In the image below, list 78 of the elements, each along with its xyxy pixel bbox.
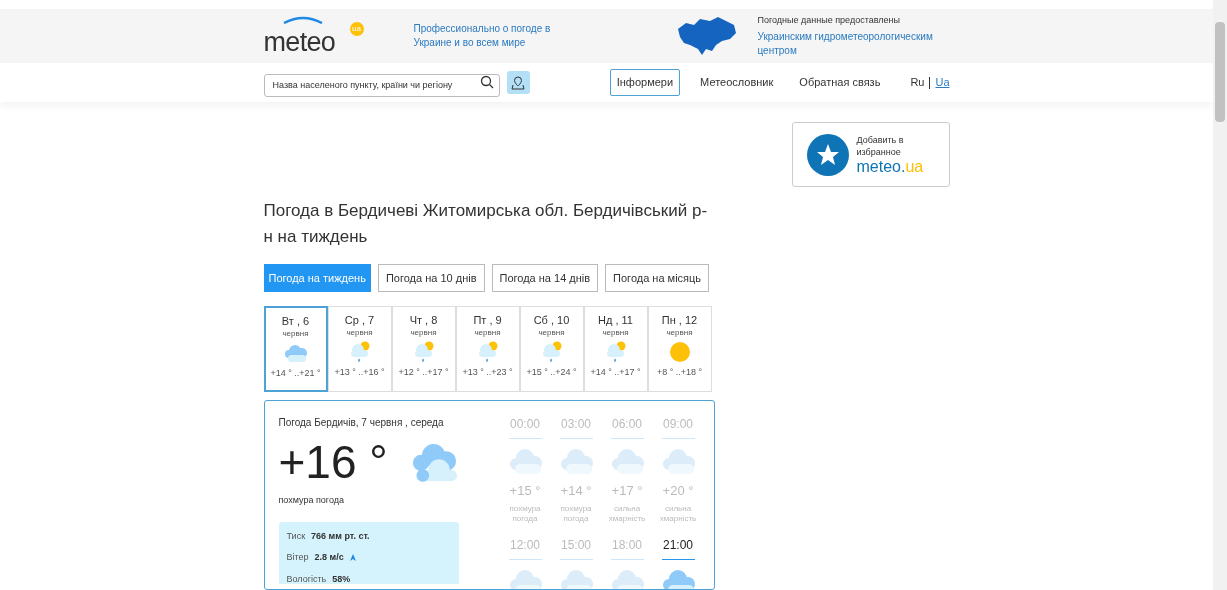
temperature-range: +14 ° ..+17 ° — [590, 366, 641, 378]
forecast-heading: Погода Бердичів, 7 червня , середа — [278, 416, 445, 430]
month-label: червня — [282, 328, 309, 340]
day-card[interactable]: Нд , 11 червня +14 ° ..+17 ° — [583, 306, 648, 392]
location-button[interactable] — [506, 71, 530, 95]
hour-temperature: +15 ° — [509, 482, 541, 500]
favorite-banner[interactable]: Добавить в избранное meteo.ua — [791, 122, 950, 187]
cloud-icon — [283, 343, 308, 363]
site-logo[interactable]: meteo ua — [263, 16, 364, 57]
month-label: червня — [410, 327, 437, 339]
temperature-range: +13 ° ..+16 ° — [334, 366, 385, 378]
tagline: Профессионально о погоде в Украине и во всем мире — [413, 22, 552, 51]
cloud-icon — [610, 567, 644, 589]
cloud-icon — [661, 447, 695, 475]
search-icon — [479, 75, 494, 90]
cloud-icon — [559, 567, 593, 589]
month-label: червня — [602, 327, 629, 339]
day-label: Ср , 7 — [344, 313, 375, 327]
detail-label: Тиск — [286, 529, 306, 543]
cloud-icon — [508, 567, 542, 589]
hour-label[interactable]: 21:00 — [661, 535, 695, 560]
temperature-range: +13 ° ..+23 ° — [462, 366, 513, 378]
day-card[interactable]: Пт , 9 червня +13 ° ..+23 ° — [455, 306, 520, 392]
nav-link[interactable]: Метеословник — [694, 70, 780, 95]
cloud-icon — [508, 447, 542, 475]
cloud-icon — [610, 447, 644, 475]
month-label: червня — [538, 327, 565, 339]
temperature-range: +14 ° ..+21 ° — [270, 367, 321, 379]
current-temperature: +16 ° — [278, 436, 388, 488]
day-card[interactable]: Ср , 7 червня +13 ° ..+16 ° — [327, 306, 392, 392]
hour-temperature: +17 ° — [611, 482, 643, 500]
day-label: Пт , 9 — [473, 313, 502, 327]
day-label: Нд , 11 — [598, 313, 633, 327]
temperature-range: +8 ° ..+18 ° — [656, 366, 703, 378]
tab[interactable]: Погода на 14 днів — [491, 264, 599, 292]
hour-condition: сильна хмарність — [607, 503, 647, 524]
page-title: Погода в Бердичеві Житомирська обл. Бердичівський р-н на тиждень — [263, 200, 709, 248]
hour-condition: сильна хмарність — [658, 503, 698, 524]
favorite-text: Добавить в избранное — [856, 133, 905, 158]
sun-icon — [668, 341, 691, 363]
month-label: червня — [346, 327, 373, 339]
wind-direction-icon — [349, 554, 356, 562]
day-card[interactable]: Пн , 12 червня +8 ° ..+18 ° — [647, 306, 712, 392]
detail-label: Вітер — [286, 551, 309, 564]
search-field[interactable]: Назва населеного пункту, країни чи регіону — [263, 73, 500, 97]
temperature-range: +12 ° ..+17 ° — [398, 366, 449, 378]
map-pin-icon — [511, 75, 525, 90]
hour-condition: похмура погода — [559, 503, 593, 524]
language-link[interactable]: Ua — [935, 74, 950, 91]
language-link[interactable]: Ru — [910, 74, 925, 91]
cloud-icon — [661, 567, 695, 589]
hour-condition: похмура погода — [508, 503, 542, 524]
day-card[interactable]: Вт , 6 червня +14 ° ..+21 ° — [263, 306, 328, 392]
temperature-range: +15 ° ..+24 ° — [526, 366, 577, 378]
nav-link[interactable]: Обратная связь — [793, 70, 887, 95]
tab[interactable]: Погода на 10 днів — [377, 264, 485, 292]
hour-temperature: +14 ° — [560, 482, 592, 500]
cloud-icon — [559, 447, 593, 475]
detail-value: 2.8 м/с — [314, 551, 344, 564]
detail-value: 766 мм рт. ст. — [311, 529, 370, 543]
day-label: Сб , 10 — [533, 313, 570, 327]
scrollbar[interactable] — [1213, 0, 1227, 590]
day-label: Вт , 6 — [281, 314, 310, 328]
brand-text: meteo.ua — [856, 157, 925, 176]
day-label: Пн , 12 — [661, 313, 698, 327]
day-label: Чт , 8 — [409, 313, 438, 327]
month-label: червня — [474, 327, 501, 339]
nav-link[interactable]: Інформери — [609, 69, 681, 96]
condition-text: похмура погода — [278, 494, 345, 507]
day-card[interactable]: Чт , 8 червня +12 ° ..+17 ° — [391, 306, 456, 392]
provider-link[interactable]: Украинским гидрометеорологическим центром — [757, 29, 948, 58]
day-card[interactable]: Сб , 10 червня +15 ° ..+24 ° — [519, 306, 584, 392]
hour-temperature: +20 ° — [662, 482, 694, 500]
month-label: червня — [666, 327, 693, 339]
provider-label: Погодные данные предоставлены — [757, 14, 901, 28]
detail-value: 58% — [332, 572, 351, 586]
tab[interactable]: Погода на місяць — [605, 264, 710, 292]
detail-label: Вологість — [286, 572, 327, 586]
